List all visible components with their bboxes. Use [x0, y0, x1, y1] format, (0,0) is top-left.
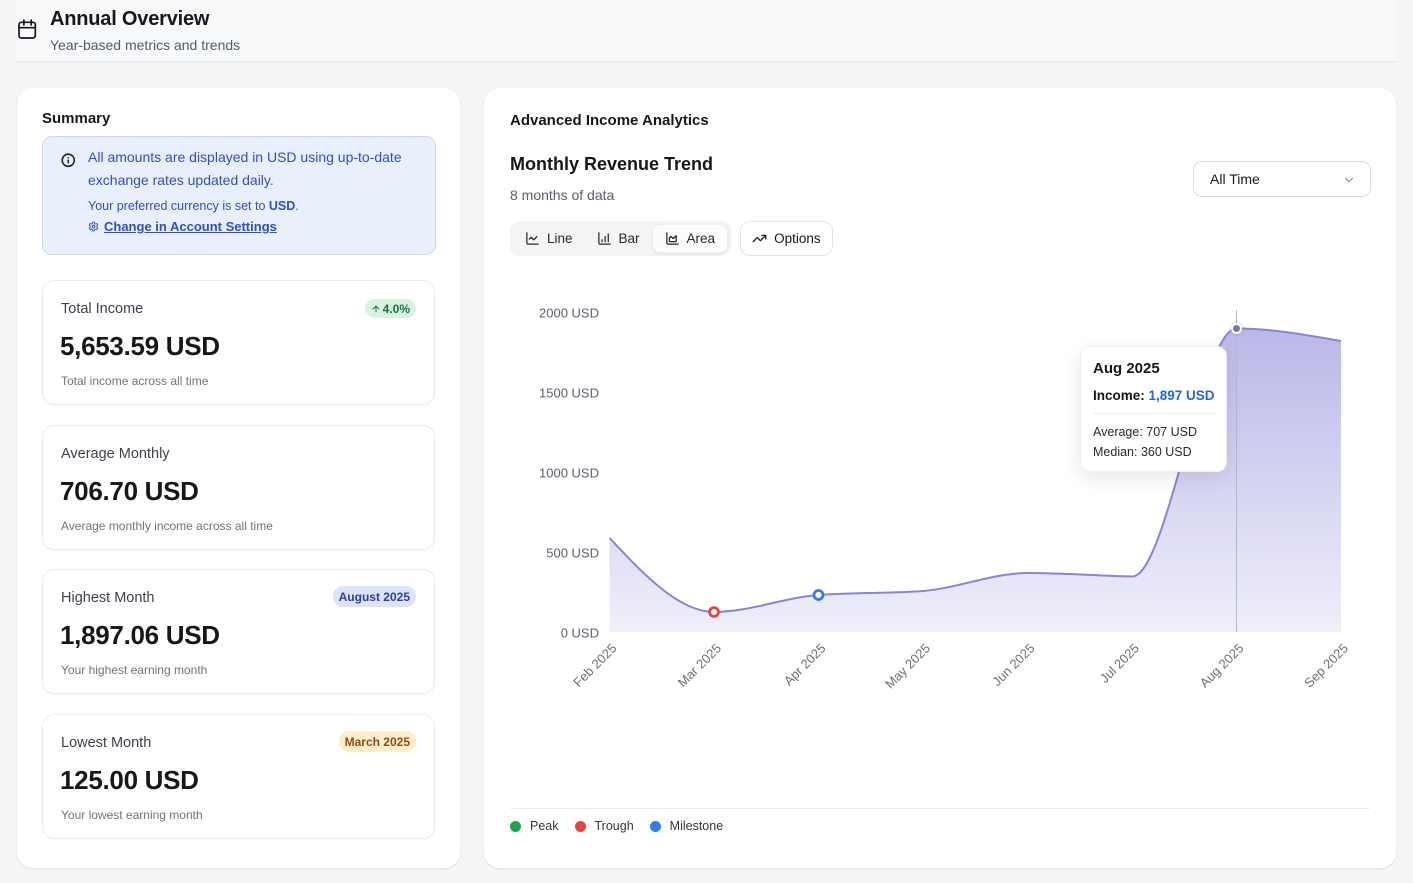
svg-text:May 2025: May 2025	[882, 641, 933, 692]
svg-text:Apr 2025: Apr 2025	[781, 641, 829, 689]
svg-text:Sep 2025: Sep 2025	[1301, 641, 1351, 691]
svg-text:1000 USD: 1000 USD	[539, 466, 599, 481]
svg-text:Mar 2025: Mar 2025	[675, 641, 724, 690]
svg-text:Jun 2025: Jun 2025	[989, 641, 1037, 689]
svg-text:Feb 2025: Feb 2025	[570, 641, 619, 690]
svg-text:Jul 2025: Jul 2025	[1097, 641, 1142, 686]
svg-text:2000 USD: 2000 USD	[539, 306, 599, 321]
svg-text:500 USD: 500 USD	[546, 546, 599, 561]
svg-text:0 USD: 0 USD	[561, 626, 599, 641]
svg-text:1500 USD: 1500 USD	[539, 386, 599, 401]
svg-text:Aug 2025: Aug 2025	[1197, 641, 1247, 691]
